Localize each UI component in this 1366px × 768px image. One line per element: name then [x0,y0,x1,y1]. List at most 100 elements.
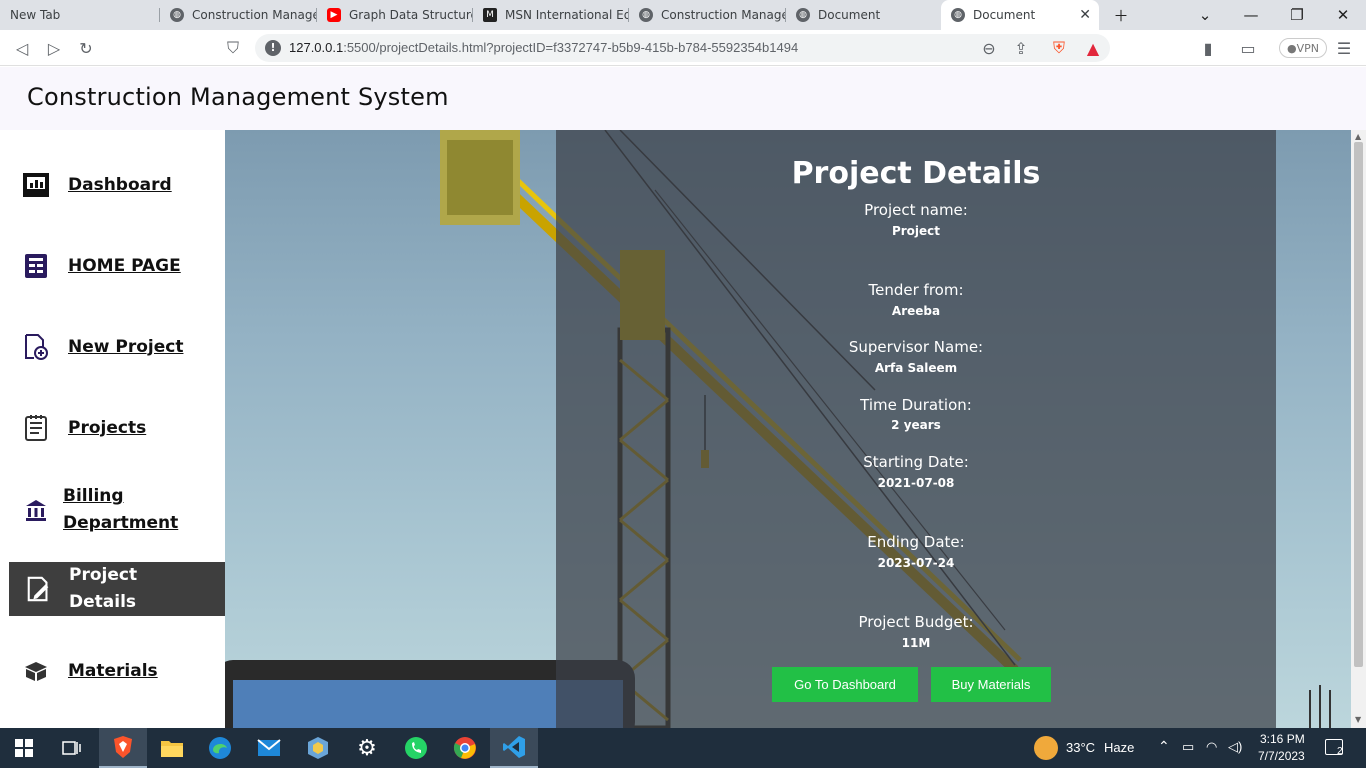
wallet-icon[interactable]: ▭ [1238,38,1258,58]
address-bar[interactable]: ! 127.0.0.1:5500/projectDetails.html?pro… [255,34,1110,62]
globe-icon: ◍ [796,8,810,22]
weather-condition: Haze [1104,740,1135,755]
zoom-icon[interactable]: ⊖ [979,38,999,58]
share-icon[interactable]: ⇪ [1011,38,1031,58]
sidebar-item-project-details[interactable]: Project Details [9,562,225,616]
vscode-icon[interactable] [490,728,538,768]
scroll-up-icon[interactable]: ▲ [1355,132,1361,141]
chevron-up-icon[interactable]: ⌃ [1158,738,1170,755]
back-icon[interactable]: ◁ [12,38,32,58]
sidebar-item-label: HOME PAGE [68,255,181,276]
tab-document-1[interactable]: ◍ Document [786,0,940,30]
tab-title: Document [973,8,1036,22]
browser-tab-bar: New Tab ◍ Construction Manager ▶ Graph D… [0,0,1366,30]
tab-msn[interactable]: M MSN International Edi [473,0,629,30]
file-explorer-icon[interactable] [148,728,196,768]
sidebar-toggle-icon[interactable]: ▮ [1198,38,1218,58]
tab-title: Construction Manager [661,8,786,22]
bank-icon [22,496,50,524]
project-name-label: Project name: [864,201,968,219]
youtube-icon: ▶ [327,8,341,22]
sidebar-item-dashboard[interactable]: Dashboard [9,170,225,200]
tab-new-tab[interactable]: New Tab [0,0,160,30]
windows-start-icon[interactable] [0,728,48,768]
sidebar-item-materials[interactable]: Materials [9,656,225,686]
tab-document-active[interactable]: ◍ Document ✕ [941,0,1099,30]
supervisor-name-value: Arfa Saleem [874,361,958,375]
tab-construction-manager-1[interactable]: ◍ Construction Manager [160,0,317,30]
settings-gear-icon[interactable]: ⚙ [343,728,391,768]
ending-date-value: 2023-07-24 [877,556,955,570]
project-budget-label: Project Budget: [858,613,974,631]
url-text: 127.0.0.1:5500/projectDetails.html?proje… [289,40,799,55]
sidebar-item-home-page[interactable]: HOME PAGE [9,251,225,281]
globe-icon: ◍ [639,8,653,22]
tab-title: Construction Manager [192,8,317,22]
weather-temperature: 33°C [1066,740,1096,755]
forward-icon[interactable]: ▷ [44,38,64,58]
clock-date[interactable]: 7/7/2023 [1258,749,1305,763]
vpn-button[interactable]: ● VPN [1279,38,1327,58]
projects-icon [22,414,50,442]
menu-icon[interactable]: ☰ [1334,38,1354,58]
app-header: Construction Management System [0,67,1366,130]
tab-construction-manager-2[interactable]: ◍ Construction Manager [629,0,786,30]
mail-icon[interactable] [245,728,293,768]
dashboard-icon [22,171,50,199]
bookmark-icon[interactable]: ⛉ [223,38,243,58]
browser-toolbar: ◁ ▷ ↻ ⛉ ! 127.0.0.1:5500/projectDetails.… [0,30,1366,66]
sidebar-item-label: Materials [68,660,158,681]
brave-browser-icon[interactable] [99,728,147,768]
tab-graph-data-structure[interactable]: ▶ Graph Data Structure [317,0,473,30]
new-project-icon [22,333,50,361]
task-view-icon[interactable] [48,728,96,768]
minimize-button[interactable]: — [1228,0,1274,30]
sidebar-item-new-project[interactable]: New Project [9,332,225,362]
tab-title: Graph Data Structure [349,8,473,22]
starting-date-value: 2021-07-08 [877,476,955,490]
sidebar-item-label: Billing Department [63,486,179,533]
box-icon [22,657,50,685]
project-name-value: Project [891,224,941,238]
clock-time[interactable]: 3:16 PM [1260,732,1305,746]
page-scrollbar[interactable]: ▲ ▼ [1351,130,1366,728]
whatsapp-icon[interactable] [392,728,440,768]
project-details-panel: Project Details Project name: Project Te… [556,130,1276,728]
maximize-button[interactable]: ❐ [1274,0,1320,30]
globe-icon: ◍ [170,8,184,22]
sidebar-item-billing-department[interactable]: Billing Department [9,482,225,538]
sidebar-item-label: Project Details [69,565,138,612]
virtualbox-icon[interactable] [294,728,342,768]
sidebar-item-label: New Project [68,336,184,357]
brave-shield-icon[interactable]: ⛨ [1049,38,1069,58]
go-to-dashboard-button[interactable]: Go To Dashboard [772,667,918,702]
buy-materials-button[interactable]: Buy Materials [931,667,1051,702]
battery-icon[interactable]: ▭ [1182,739,1194,755]
msn-icon: M [483,8,497,22]
edit-document-icon [25,575,53,603]
notification-count-badge: 2 [1337,746,1343,757]
sidebar-item-projects[interactable]: Projects [9,413,225,443]
sidebar-item-label: Projects [68,417,147,438]
app-title: Construction Management System [27,83,449,111]
scrollbar-thumb[interactable] [1354,142,1363,667]
wifi-icon[interactable]: ◠ [1206,739,1217,755]
tab-title: New Tab [10,8,61,22]
globe-icon: ◍ [951,8,965,22]
reload-icon[interactable]: ↻ [76,38,96,58]
close-window-button[interactable]: ✕ [1320,0,1366,30]
site-info-icon[interactable]: ! [265,40,281,56]
sidebar-item-label: Dashboard [68,174,172,195]
project-budget-value: 11M [901,636,931,650]
tab-search-chevron-icon[interactable]: ⌄ [1182,0,1228,30]
scroll-down-icon[interactable]: ▼ [1355,715,1361,724]
tender-from-label: Tender from: [868,281,964,299]
new-tab-button[interactable]: ＋ [1098,0,1144,30]
chrome-canary-icon[interactable] [441,728,489,768]
weather-icon[interactable] [1034,736,1058,760]
volume-icon[interactable]: ◁) [1228,739,1242,755]
ending-date-label: Ending Date: [867,533,965,551]
close-tab-icon[interactable]: ✕ [1079,7,1091,23]
brave-rewards-icon[interactable]: ▲ [1083,38,1103,58]
edge-browser-icon[interactable] [196,728,244,768]
